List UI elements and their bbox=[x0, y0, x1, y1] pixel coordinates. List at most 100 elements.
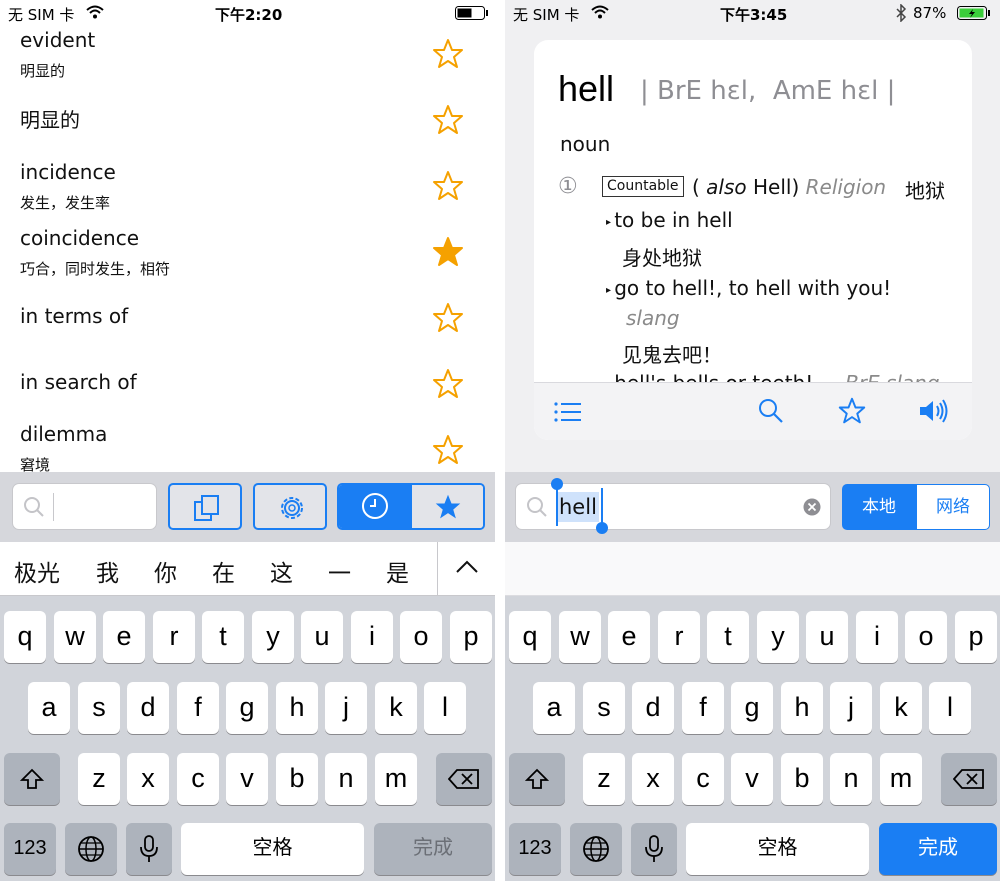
settings-button[interactable] bbox=[253, 483, 327, 530]
selection-knob-end[interactable] bbox=[596, 522, 608, 534]
key-a[interactable]: a bbox=[28, 682, 70, 734]
star-icon[interactable] bbox=[432, 434, 464, 466]
candidate-item[interactable]: 一 bbox=[328, 554, 351, 588]
star-icon[interactable] bbox=[432, 38, 464, 70]
key-i[interactable]: i bbox=[856, 611, 898, 663]
search-input[interactable] bbox=[12, 483, 157, 530]
selection-handle-start[interactable] bbox=[556, 488, 558, 526]
key-l[interactable]: l bbox=[929, 682, 971, 734]
star-icon[interactable] bbox=[432, 302, 464, 334]
key-h[interactable]: h bbox=[781, 682, 823, 734]
speaker-icon[interactable] bbox=[918, 397, 950, 425]
shift-key[interactable] bbox=[509, 753, 565, 805]
list-item[interactable]: dilemma 窘境 bbox=[0, 422, 495, 472]
key-x[interactable]: x bbox=[127, 753, 169, 805]
key-r[interactable]: r bbox=[658, 611, 700, 663]
delete-key[interactable] bbox=[436, 753, 492, 805]
key-b[interactable]: b bbox=[276, 753, 318, 805]
star-icon[interactable] bbox=[432, 170, 464, 202]
mic-key[interactable] bbox=[126, 823, 172, 875]
list-item[interactable]: incidence 发生，发生率 bbox=[0, 158, 495, 224]
key-q[interactable]: q bbox=[4, 611, 46, 663]
key-m[interactable]: m bbox=[880, 753, 922, 805]
done-key[interactable]: 完成 bbox=[879, 823, 997, 875]
key-c[interactable]: c bbox=[177, 753, 219, 805]
key-v[interactable]: v bbox=[226, 753, 268, 805]
done-key[interactable]: 完成 bbox=[374, 823, 492, 875]
key-c[interactable]: c bbox=[682, 753, 724, 805]
key-w[interactable]: w bbox=[54, 611, 96, 663]
list-item[interactable]: coincidence 巧合，同时发生，相符 bbox=[0, 224, 495, 290]
local-segment[interactable]: 本地 bbox=[842, 484, 916, 530]
star-filled-icon[interactable] bbox=[432, 236, 464, 268]
candidate-item[interactable]: 在 bbox=[212, 554, 235, 588]
space-key[interactable]: 空格 bbox=[181, 823, 364, 875]
key-u[interactable]: u bbox=[301, 611, 343, 663]
favorites-tab[interactable] bbox=[412, 485, 483, 528]
key-m[interactable]: m bbox=[375, 753, 417, 805]
key-g[interactable]: g bbox=[226, 682, 268, 734]
key-k[interactable]: k bbox=[880, 682, 922, 734]
key-y[interactable]: y bbox=[757, 611, 799, 663]
key-i[interactable]: i bbox=[351, 611, 393, 663]
globe-key[interactable] bbox=[65, 823, 117, 875]
key-g[interactable]: g bbox=[731, 682, 773, 734]
list-item[interactable]: in search of bbox=[0, 356, 495, 422]
list-item[interactable]: in terms of bbox=[0, 290, 495, 356]
delete-key[interactable] bbox=[941, 753, 997, 805]
key-p[interactable]: p bbox=[450, 611, 492, 663]
candidate-item[interactable]: 是 bbox=[386, 554, 409, 588]
mic-key[interactable] bbox=[631, 823, 677, 875]
chevron-up-icon[interactable] bbox=[455, 559, 479, 575]
list-item[interactable]: 明显的 bbox=[0, 92, 495, 158]
key-f[interactable]: f bbox=[177, 682, 219, 734]
key-z[interactable]: z bbox=[583, 753, 625, 805]
shift-key[interactable] bbox=[4, 753, 60, 805]
space-key[interactable]: 空格 bbox=[686, 823, 869, 875]
clear-icon[interactable] bbox=[803, 498, 821, 516]
globe-key[interactable] bbox=[570, 823, 622, 875]
key-b[interactable]: b bbox=[781, 753, 823, 805]
key-p[interactable]: p bbox=[955, 611, 997, 663]
key-z[interactable]: z bbox=[78, 753, 120, 805]
star-icon[interactable] bbox=[432, 368, 464, 400]
key-a[interactable]: a bbox=[533, 682, 575, 734]
key-e[interactable]: e bbox=[103, 611, 145, 663]
copy-button[interactable] bbox=[168, 483, 242, 530]
key-e[interactable]: e bbox=[608, 611, 650, 663]
history-tab[interactable] bbox=[339, 485, 412, 528]
candidate-item[interactable]: 这 bbox=[270, 554, 293, 588]
selection-knob-start[interactable] bbox=[551, 478, 563, 490]
key-y[interactable]: y bbox=[252, 611, 294, 663]
key-q[interactable]: q bbox=[509, 611, 551, 663]
numbers-key[interactable]: 123 bbox=[509, 823, 561, 875]
selection-handle-end[interactable] bbox=[601, 488, 603, 526]
candidate-item[interactable]: 我 bbox=[96, 554, 119, 588]
key-n[interactable]: n bbox=[325, 753, 367, 805]
key-d[interactable]: d bbox=[632, 682, 674, 734]
key-u[interactable]: u bbox=[806, 611, 848, 663]
search-text-selected[interactable]: hell bbox=[557, 492, 599, 522]
key-r[interactable]: r bbox=[153, 611, 195, 663]
list-item[interactable]: evident 明显的 bbox=[0, 26, 495, 92]
star-icon[interactable] bbox=[838, 397, 866, 425]
key-n[interactable]: n bbox=[830, 753, 872, 805]
key-w[interactable]: w bbox=[559, 611, 601, 663]
numbers-key[interactable]: 123 bbox=[4, 823, 56, 875]
key-s[interactable]: s bbox=[78, 682, 120, 734]
key-j[interactable]: j bbox=[830, 682, 872, 734]
key-s[interactable]: s bbox=[583, 682, 625, 734]
list-icon[interactable] bbox=[554, 401, 582, 423]
candidate-item[interactable]: 你 bbox=[154, 554, 177, 588]
network-segment[interactable]: 网络 bbox=[916, 484, 990, 530]
key-t[interactable]: t bbox=[707, 611, 749, 663]
key-o[interactable]: o bbox=[400, 611, 442, 663]
star-icon[interactable] bbox=[432, 104, 464, 136]
key-j[interactable]: j bbox=[325, 682, 367, 734]
key-o[interactable]: o bbox=[905, 611, 947, 663]
candidate-item[interactable]: 极光 bbox=[14, 554, 60, 588]
key-v[interactable]: v bbox=[731, 753, 773, 805]
key-h[interactable]: h bbox=[276, 682, 318, 734]
key-l[interactable]: l bbox=[424, 682, 466, 734]
key-k[interactable]: k bbox=[375, 682, 417, 734]
